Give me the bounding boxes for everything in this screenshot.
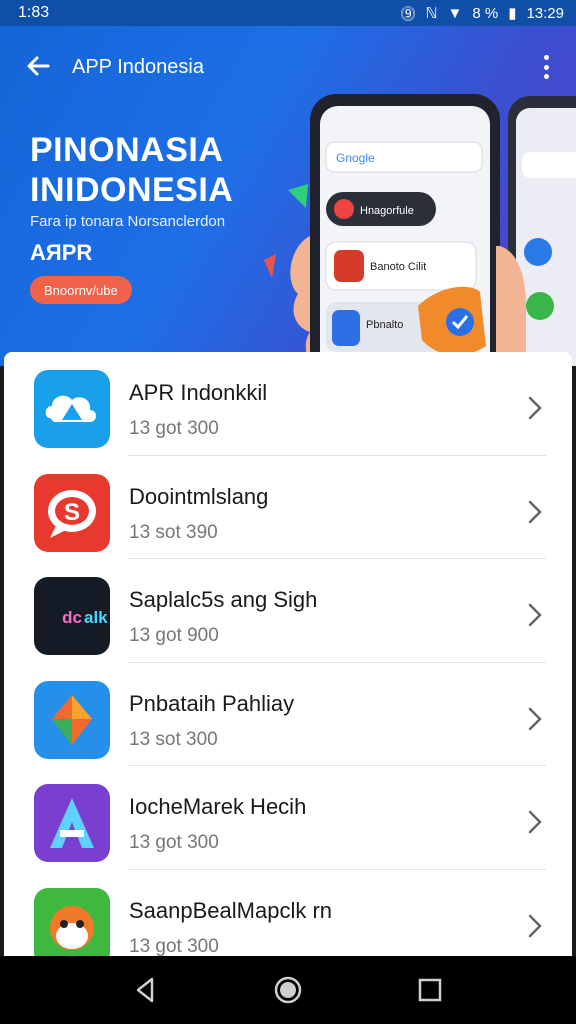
status-bar: 1:83 ⓽ ℕ ▼ 8 % ▮ 13:29 bbox=[0, 0, 576, 26]
phones-illustration: Gnogle Hnagorfule Banoto Cilit Pbnalto bbox=[264, 94, 576, 366]
neon-text-icon: dc alk bbox=[34, 577, 110, 655]
svg-text:dc: dc bbox=[62, 608, 82, 627]
toolbar-title: APP Indonesia bbox=[72, 56, 204, 78]
app-list: APR Indonkkil 13 got 300 S Doointmlslang 13 … bbox=[4, 352, 572, 956]
app-subtitle: 13 got 300 bbox=[129, 832, 219, 853]
chevron-right-icon bbox=[528, 500, 542, 524]
app-title: Saplalc5s ang Sigh bbox=[129, 587, 318, 612]
letter-a-icon bbox=[34, 784, 110, 862]
list-item[interactable]: Pnbataih Pahliay 13 sot 300 bbox=[4, 663, 572, 766]
status-time-left: 1:83 bbox=[18, 4, 50, 21]
banner-headline-line1: PINONASIA bbox=[30, 131, 224, 169]
svg-text:S: S bbox=[64, 499, 80, 526]
animal-face-icon bbox=[34, 887, 110, 956]
svg-text:alk: alk bbox=[84, 608, 108, 627]
phone-card1-text: Hnagorfule bbox=[360, 205, 414, 217]
accent-shape-green bbox=[288, 184, 308, 208]
battery-percent: 8 % bbox=[472, 4, 499, 22]
phone-card2-text: Banoto Cilit bbox=[370, 261, 426, 273]
back-arrow-icon[interactable] bbox=[22, 50, 54, 82]
banner-app-name: AЯPR bbox=[30, 240, 93, 265]
banner-headline: PINONASIA INIDONESIA bbox=[30, 130, 233, 210]
chevron-right-icon bbox=[528, 396, 542, 420]
list-item[interactable]: dc alk Saplalc5s ang Sigh 13 got 900 bbox=[4, 559, 572, 663]
app-subtitle: 13 got 300 bbox=[129, 935, 219, 957]
system-nav-bar bbox=[0, 956, 576, 1024]
list-item[interactable]: IocheMarek Hecih 13 got 300 bbox=[4, 766, 572, 870]
hero-banner: APP Indonesia PINONASIA INIDONESIA Fara … bbox=[0, 26, 576, 366]
chevron-right-icon bbox=[528, 914, 542, 938]
battery-icon: ▮ bbox=[508, 5, 517, 22]
wifi-icon: ▼ bbox=[447, 4, 463, 22]
banner-cta-button[interactable]: Bnoornv/ube bbox=[30, 276, 132, 304]
banner-subtitle: Fara ip tonara Norsanclerdon bbox=[30, 213, 226, 230]
app-subtitle: 13 sot 300 bbox=[129, 728, 218, 750]
accent-shape-red bbox=[264, 254, 276, 278]
app-subtitle: 13 got 900 bbox=[129, 625, 219, 646]
list-item[interactable]: S Doointmlslang 13 sot 390 bbox=[4, 456, 572, 559]
app-title: APR Indonkkil bbox=[129, 380, 268, 405]
list-item[interactable]: SaanpBealMapclk rn 13 got 300 bbox=[4, 870, 572, 957]
app-subtitle: 13 sot 390 bbox=[129, 521, 218, 543]
chevron-right-icon bbox=[528, 810, 542, 834]
chevron-right-icon bbox=[528, 707, 542, 731]
app-title: SaanpBealMapclk rn bbox=[129, 897, 333, 923]
status-clock: 13:29 bbox=[526, 4, 564, 22]
app-title: Doointmlslang bbox=[129, 483, 269, 509]
nfc-icon: ℕ bbox=[425, 5, 438, 22]
chevron-right-icon bbox=[528, 603, 542, 627]
app-title: Pnbataih Pahliay bbox=[129, 690, 295, 716]
status-icons: ⓽ ℕ ▼ 8 % ▮ 13:29 bbox=[400, 3, 564, 24]
list-item[interactable]: APR Indonkkil 13 got 300 bbox=[4, 352, 572, 456]
app-title: IocheMarek Hecih bbox=[129, 794, 307, 819]
nav-recents-icon[interactable] bbox=[414, 974, 446, 1006]
cloud-app-icon bbox=[34, 370, 110, 448]
banner-headline-line2: INIDONESIA bbox=[30, 171, 234, 209]
phone-card3-text: Pbnalto bbox=[366, 319, 403, 331]
nav-home-icon[interactable] bbox=[272, 974, 304, 1006]
nav-back-icon[interactable] bbox=[130, 974, 162, 1006]
s-speech-icon: S bbox=[34, 473, 110, 552]
phone-search-text: Gnogle bbox=[336, 151, 375, 165]
sync-icon: ⓽ bbox=[400, 5, 416, 23]
kite-icon bbox=[34, 680, 110, 759]
app-subtitle: 13 got 300 bbox=[129, 418, 219, 439]
